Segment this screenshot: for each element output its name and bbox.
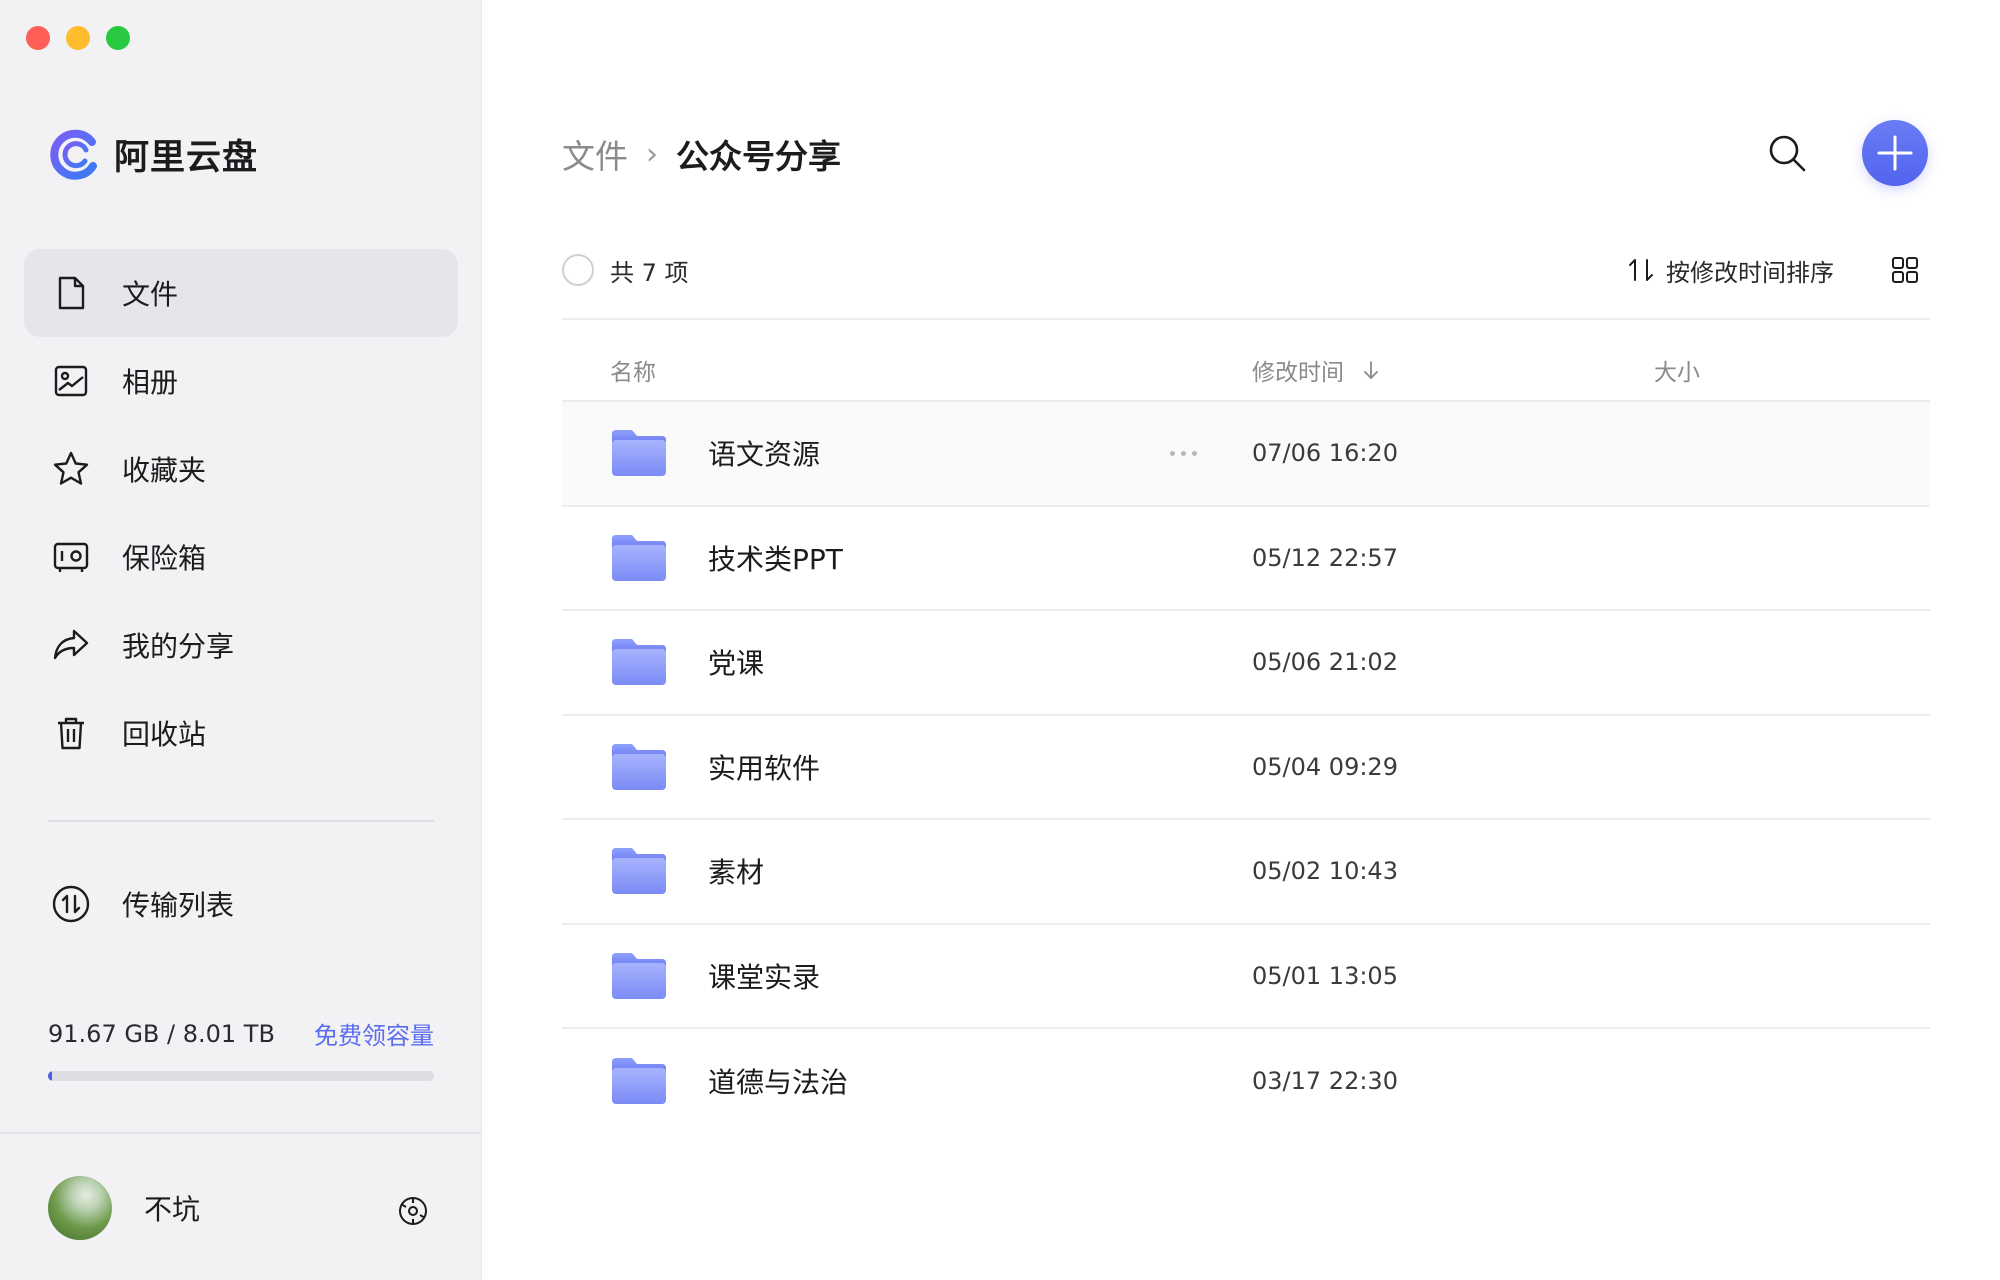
sidebar-item-safe[interactable]: 保险箱 bbox=[24, 513, 458, 601]
toolbar-divider bbox=[562, 318, 1930, 320]
close-window-button[interactable] bbox=[26, 26, 50, 50]
sidebar-item-label: 传输列表 bbox=[122, 889, 235, 922]
item-count: 共 7 项 bbox=[610, 258, 689, 287]
storage-progress-bar bbox=[48, 1071, 434, 1081]
main-content: 文件 › 公众号分享 共 7 项 按修改时间排序 名称 修改时间 大小 语文资源… bbox=[482, 0, 2000, 1280]
storage-progress-fill bbox=[48, 1071, 53, 1081]
search-icon[interactable] bbox=[1766, 132, 1808, 174]
file-name: 课堂实录 bbox=[708, 960, 821, 994]
sidebar-item-label: 回收站 bbox=[122, 718, 207, 751]
storage-usage: 91.67 GB / 8.01 TB 免费领容量 bbox=[48, 1016, 434, 1081]
page-title: 公众号分享 bbox=[676, 137, 841, 176]
select-all-checkbox[interactable] bbox=[562, 254, 594, 286]
sidebar-item-label: 收藏夹 bbox=[122, 454, 207, 487]
column-header-name[interactable]: 名称 bbox=[610, 353, 656, 387]
file-name: 实用软件 bbox=[708, 751, 821, 785]
file-modified-time: 03/17 22:30 bbox=[1252, 1067, 1398, 1096]
sidebar-item-trash[interactable]: 回收站 bbox=[24, 689, 458, 777]
folder-icon bbox=[612, 534, 666, 581]
sort-label: 按修改时间排序 bbox=[1666, 258, 1834, 287]
sidebar: 阿里云盘 文件 相册 收藏夹 保险箱 我的分享 回收站 传输列表 91.67 G… bbox=[0, 0, 482, 1280]
user-profile[interactable]: 不坑 bbox=[48, 1176, 200, 1240]
folder-icon bbox=[612, 743, 666, 790]
breadcrumb-separator: › bbox=[646, 136, 658, 172]
sidebar-item-label: 相册 bbox=[122, 366, 179, 399]
table-row[interactable]: 技术类PPT 05/12 22:57 bbox=[562, 507, 1930, 611]
file-name: 语文资源 bbox=[708, 438, 821, 472]
sidebar-item-my-share[interactable]: 我的分享 bbox=[24, 601, 458, 689]
grid-view-icon[interactable] bbox=[1890, 255, 1920, 285]
column-header-size[interactable]: 大小 bbox=[1654, 353, 1700, 387]
safe-icon bbox=[50, 536, 92, 578]
folder-icon bbox=[612, 1058, 666, 1105]
table-row[interactable]: 课堂实录 05/01 13:05 bbox=[562, 925, 1930, 1029]
column-header-modified-label: 修改时间 bbox=[1252, 360, 1344, 386]
sort-arrows-icon bbox=[1629, 259, 1653, 281]
minimize-window-button[interactable] bbox=[66, 26, 90, 50]
trash-icon bbox=[50, 712, 92, 754]
sidebar-item-files[interactable]: 文件 bbox=[24, 249, 458, 337]
sidebar-footer-divider bbox=[0, 1132, 482, 1134]
file-icon bbox=[50, 272, 92, 314]
table-row[interactable]: 语文资源 07/06 16:20 bbox=[562, 402, 1930, 507]
file-name: 道德与法治 bbox=[708, 1066, 849, 1100]
transfer-icon bbox=[50, 883, 92, 925]
brand: 阿里云盘 bbox=[48, 128, 258, 180]
file-name: 技术类PPT bbox=[708, 542, 843, 576]
storage-usage-text: 91.67 GB / 8.01 TB bbox=[48, 1019, 275, 1048]
file-modified-time: 05/04 09:29 bbox=[1252, 752, 1398, 781]
list-toolbar: 共 7 项 按修改时间排序 bbox=[562, 248, 1930, 292]
breadcrumb-root[interactable]: 文件 bbox=[562, 130, 628, 178]
sidebar-item-label: 文件 bbox=[122, 278, 179, 311]
add-button[interactable] bbox=[1862, 120, 1928, 186]
table-header: 名称 修改时间 大小 bbox=[562, 340, 1930, 400]
sidebar-nav: 文件 相册 收藏夹 保险箱 我的分享 回收站 bbox=[24, 249, 458, 777]
sidebar-item-label: 我的分享 bbox=[122, 630, 235, 663]
folder-icon bbox=[612, 430, 666, 477]
sidebar-item-album[interactable]: 相册 bbox=[24, 337, 458, 425]
more-options-icon[interactable] bbox=[1170, 448, 1206, 458]
avatar[interactable] bbox=[48, 1176, 112, 1240]
table-row[interactable]: 实用软件 05/04 09:29 bbox=[562, 716, 1930, 820]
folder-icon bbox=[612, 639, 666, 686]
sort-button[interactable]: 按修改时间排序 bbox=[1626, 253, 1834, 288]
file-modified-time: 07/06 16:20 bbox=[1252, 439, 1398, 468]
sidebar-item-favorites[interactable]: 收藏夹 bbox=[24, 425, 458, 513]
file-name: 素材 bbox=[708, 856, 765, 890]
file-modified-time: 05/02 10:43 bbox=[1252, 857, 1398, 886]
breadcrumb: 文件 › 公众号分享 bbox=[562, 130, 841, 178]
get-free-storage-link[interactable]: 免费领容量 bbox=[314, 1016, 434, 1051]
column-header-modified[interactable]: 修改时间 bbox=[1252, 353, 1382, 387]
sidebar-item-label: 保险箱 bbox=[122, 542, 207, 575]
aliyun-drive-logo-icon bbox=[50, 129, 97, 180]
file-modified-time: 05/12 22:57 bbox=[1252, 543, 1398, 572]
folder-icon bbox=[612, 952, 666, 999]
app-window: 阿里云盘 文件 相册 收藏夹 保险箱 我的分享 回收站 传输列表 91.67 G… bbox=[0, 0, 2000, 1280]
share-icon bbox=[50, 624, 92, 666]
plus-icon bbox=[1877, 135, 1913, 171]
table-row[interactable]: 党课 05/06 21:02 bbox=[562, 611, 1930, 716]
file-list: 语文资源 07/06 16:20 技术类PPT 05/12 22:57 党课 05/06 … bbox=[562, 402, 1930, 1134]
sidebar-item-transfer-list[interactable]: 传输列表 bbox=[24, 860, 458, 948]
brand-name: 阿里云盘 bbox=[114, 137, 259, 178]
photo-album-icon bbox=[50, 360, 92, 402]
file-name: 党课 bbox=[708, 647, 765, 681]
username: 不坑 bbox=[144, 1193, 201, 1226]
maximize-window-button[interactable] bbox=[106, 26, 130, 50]
file-modified-time: 05/01 13:05 bbox=[1252, 961, 1398, 990]
table-row[interactable]: 素材 05/02 10:43 bbox=[562, 820, 1930, 925]
sidebar-divider bbox=[48, 820, 434, 822]
sort-down-arrow-icon bbox=[1364, 361, 1378, 379]
star-icon bbox=[50, 448, 92, 490]
table-row[interactable]: 道德与法治 03/17 22:30 bbox=[562, 1029, 1930, 1134]
folder-icon bbox=[612, 848, 666, 895]
file-modified-time: 05/06 21:02 bbox=[1252, 648, 1398, 677]
settings-icon[interactable] bbox=[396, 1194, 430, 1228]
window-controls bbox=[26, 26, 130, 50]
